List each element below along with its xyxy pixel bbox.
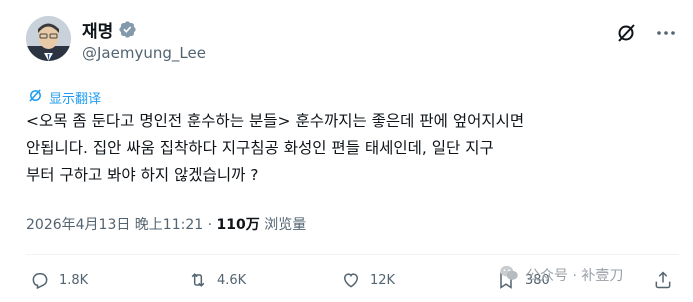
translate-label[interactable]: 显示翻译 [49,88,101,107]
heart-icon [343,273,359,288]
tweet-line: <오목 좀 둔다고 명인전 훈수하는 분들> 훈수까지는 좋은데 판에 엎어지시… [26,112,525,130]
grok-icon[interactable] [615,22,637,44]
repost-button[interactable]: 4.6K [188,270,246,290]
translate-icon [28,88,43,107]
repost-icon [191,273,205,287]
verified-badge-icon [118,20,137,39]
tweet-text: <오목 좀 둔다고 명인전 훈수하는 분들> 훈수까지는 좋은데 판에 엎어지시… [26,108,676,189]
share-icon [655,271,671,289]
display-name[interactable]: 재명 [82,17,113,42]
timestamp[interactable]: 2026年4月13日 晚上11:21 [26,217,203,233]
more-options-icon[interactable] [655,22,677,44]
share-button[interactable] [653,270,673,290]
avatar[interactable] [26,16,71,61]
reply-icon [32,273,48,290]
views-label: 浏览量 [264,217,307,233]
reply-button[interactable]: 1.8K [30,270,88,290]
tweet-line: 부터 구하고 봐야 하지 않겠습니까 ? [26,166,259,184]
top-actions [615,22,677,44]
reply-count: 1.8K [59,272,89,288]
watermark: 公众号 · 补壹刀 [498,262,623,288]
like-count: 12K [370,272,396,288]
meta-separator: · [207,217,213,233]
tweet-meta: 2026年4月13日 晚上11:21 · 110万 浏览量 [26,214,306,234]
tweet-line: 안됩니다. 집안 싸움 집착하다 지구침공 화성인 편들 태세인데, 일단 지구 [26,139,494,157]
avatar-photo [26,16,71,61]
divider [26,254,679,255]
views-count: 110万 [216,217,260,233]
name-row[interactable]: 재명 [82,17,137,42]
wechat-icon [498,262,520,288]
like-button[interactable]: 12K [341,270,395,290]
user-handle[interactable]: @Jaemyung_Lee [82,44,206,62]
show-translation-link[interactable]: 显示翻译 [28,88,101,107]
watermark-text: 公众号 · 补壹刀 [526,268,624,284]
repost-count: 4.6K [217,272,247,288]
